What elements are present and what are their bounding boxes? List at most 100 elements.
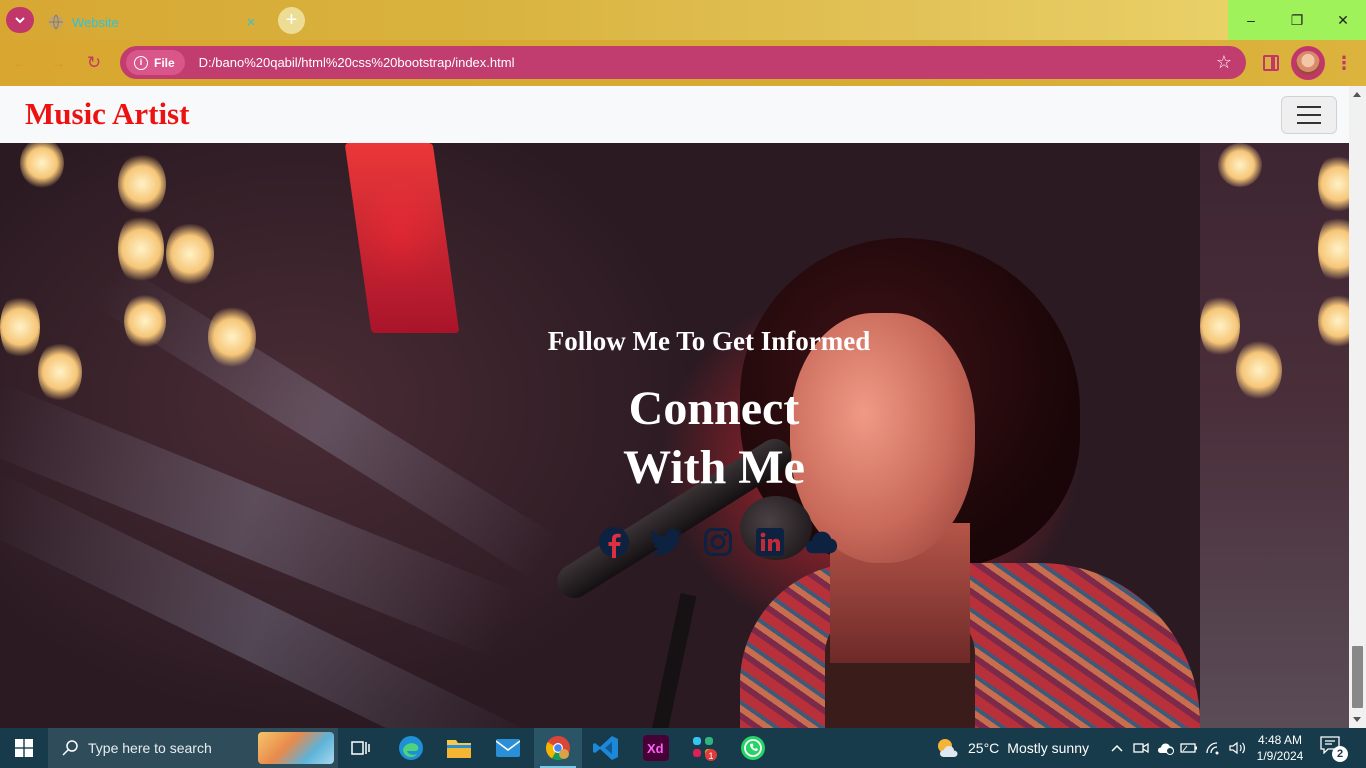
tray-meet-now[interactable] [1131, 728, 1151, 768]
restore-button[interactable]: ❐ [1274, 0, 1320, 40]
search-highlight-image [258, 732, 334, 764]
page-scrollbar[interactable] [1349, 86, 1366, 728]
chevron-up-icon [1111, 744, 1123, 752]
address-bar[interactable]: i File D:/bano%20qabil/html%20css%20boot… [120, 46, 1246, 79]
hero-title: Connect With Me [0, 379, 1349, 497]
tab-close-button[interactable]: × [242, 14, 260, 31]
menu-bar [1297, 122, 1321, 124]
page-viewport: Music Artist Follow Me To Get Informed C… [0, 86, 1349, 728]
reload-button[interactable]: ↻ [82, 51, 106, 75]
task-view-button[interactable] [337, 728, 385, 768]
navbar-toggler-button[interactable] [1281, 96, 1337, 134]
close-icon: ✕ [1337, 11, 1349, 28]
menu-bar [1297, 106, 1321, 108]
minimize-icon: – [1247, 12, 1255, 28]
tab-title: Website [72, 14, 119, 30]
task-view-icon [351, 741, 370, 755]
avatar [1296, 51, 1320, 75]
tray-volume[interactable] [1227, 728, 1249, 768]
scroll-up-arrow-icon[interactable] [1353, 92, 1361, 97]
instagram-icon [703, 527, 732, 556]
new-tab-button[interactable]: + [278, 7, 305, 34]
back-button[interactable]: ← [9, 51, 33, 75]
onedrive-icon [1158, 743, 1174, 755]
globe-icon [49, 14, 63, 30]
notification-badge: 2 [1332, 746, 1348, 762]
chevron-down-icon [15, 17, 25, 24]
adobe-xd-icon: Xd [643, 735, 669, 761]
weather-condition: Mostly sunny [1007, 740, 1089, 756]
wifi-icon [1206, 742, 1219, 755]
speaker-icon [1229, 741, 1245, 755]
social-links [597, 525, 838, 558]
taskbar-chrome[interactable] [534, 728, 582, 768]
bookmark-star-icon[interactable]: ☆ [1216, 52, 1232, 73]
site-navbar: Music Artist [0, 86, 1349, 143]
menu-bar [1297, 114, 1321, 116]
tray-overflow-button[interactable] [1107, 728, 1127, 768]
taskbar-mail[interactable] [484, 728, 532, 768]
vscode-icon [593, 736, 618, 760]
window-close-button[interactable]: ✕ [1320, 0, 1366, 40]
taskbar-adobe-xd[interactable]: Xd [632, 728, 680, 768]
facebook-icon [598, 526, 629, 558]
svg-text:Xd: Xd [647, 741, 664, 756]
edge-icon [399, 736, 423, 760]
twitter-link[interactable] [649, 525, 682, 558]
tray-network[interactable] [1203, 728, 1225, 768]
profile-avatar[interactable] [1291, 46, 1325, 80]
tray-battery[interactable] [1179, 728, 1199, 768]
tab-search-button[interactable] [6, 7, 34, 33]
browser-toolbar: ← → ↻ i File D:/bano%20qabil/html%20css%… [0, 40, 1366, 86]
linkedin-link[interactable] [753, 525, 786, 558]
side-panel-icon[interactable] [1263, 55, 1279, 71]
battery-icon [1180, 743, 1197, 753]
notification-center-button[interactable]: 2 [1320, 736, 1348, 762]
taskbar-whatsapp[interactable] [729, 728, 777, 768]
taskbar-file-explorer[interactable] [435, 728, 483, 768]
browser-menu-button[interactable]: ⋮ [1335, 52, 1353, 74]
facebook-link[interactable] [597, 525, 630, 558]
folder-icon [447, 740, 471, 758]
twitter-icon [649, 528, 682, 555]
windows-taskbar: Type here to search Xd 1 25°C Mostly sun… [0, 728, 1366, 768]
cloud-link[interactable] [805, 525, 838, 558]
minimize-button[interactable]: – [1228, 0, 1274, 40]
clock-time: 4:48 AM [1257, 733, 1303, 747]
weather-temp: 25°C [968, 740, 1000, 756]
hero-title-line1: Connect [628, 382, 800, 435]
cloud-icon [805, 531, 838, 553]
taskbar-clock[interactable]: 4:48 AM 1/9/2024 [1254, 732, 1306, 764]
linkedin-icon [755, 527, 784, 556]
hero-title-line2: With Me [623, 441, 805, 494]
camera-icon [1133, 742, 1149, 754]
url-text[interactable]: D:/bano%20qabil/html%20css%20bootstrap/i… [199, 55, 1216, 70]
taskbar-slack[interactable]: 1 [680, 728, 728, 768]
weather-widget[interactable]: 25°C Mostly sunny [936, 728, 1089, 768]
slack-badge: 1 [709, 751, 714, 761]
forward-button[interactable]: → [46, 51, 70, 75]
browser-titlebar: Website × + – ❐ ✕ [0, 0, 1366, 40]
brand-logo[interactable]: Music Artist [25, 96, 189, 132]
tray-onedrive[interactable] [1155, 728, 1177, 768]
instagram-link[interactable] [701, 525, 734, 558]
hero-subtitle: Follow Me To Get Informed [547, 326, 871, 356]
scrollbar-thumb[interactable] [1352, 646, 1363, 708]
whatsapp-icon [741, 736, 765, 760]
start-button[interactable] [0, 728, 48, 768]
scroll-down-arrow-icon[interactable] [1353, 717, 1361, 722]
chrome-icon [545, 736, 570, 761]
mail-icon [496, 739, 520, 757]
taskbar-vscode[interactable] [582, 728, 630, 768]
taskbar-edge[interactable] [387, 728, 435, 768]
clock-date: 1/9/2024 [1256, 749, 1304, 763]
browser-tab[interactable]: Website × [38, 4, 270, 40]
site-info-label: File [154, 55, 175, 70]
search-icon [62, 740, 78, 756]
slack-icon: 1 [693, 737, 717, 761]
taskbar-search-box[interactable]: Type here to search [48, 728, 338, 768]
info-icon: i [134, 55, 148, 70]
restore-icon: ❐ [1290, 11, 1304, 28]
site-info-chip[interactable]: i File [126, 50, 185, 75]
weather-sun-cloud-icon [938, 739, 958, 757]
